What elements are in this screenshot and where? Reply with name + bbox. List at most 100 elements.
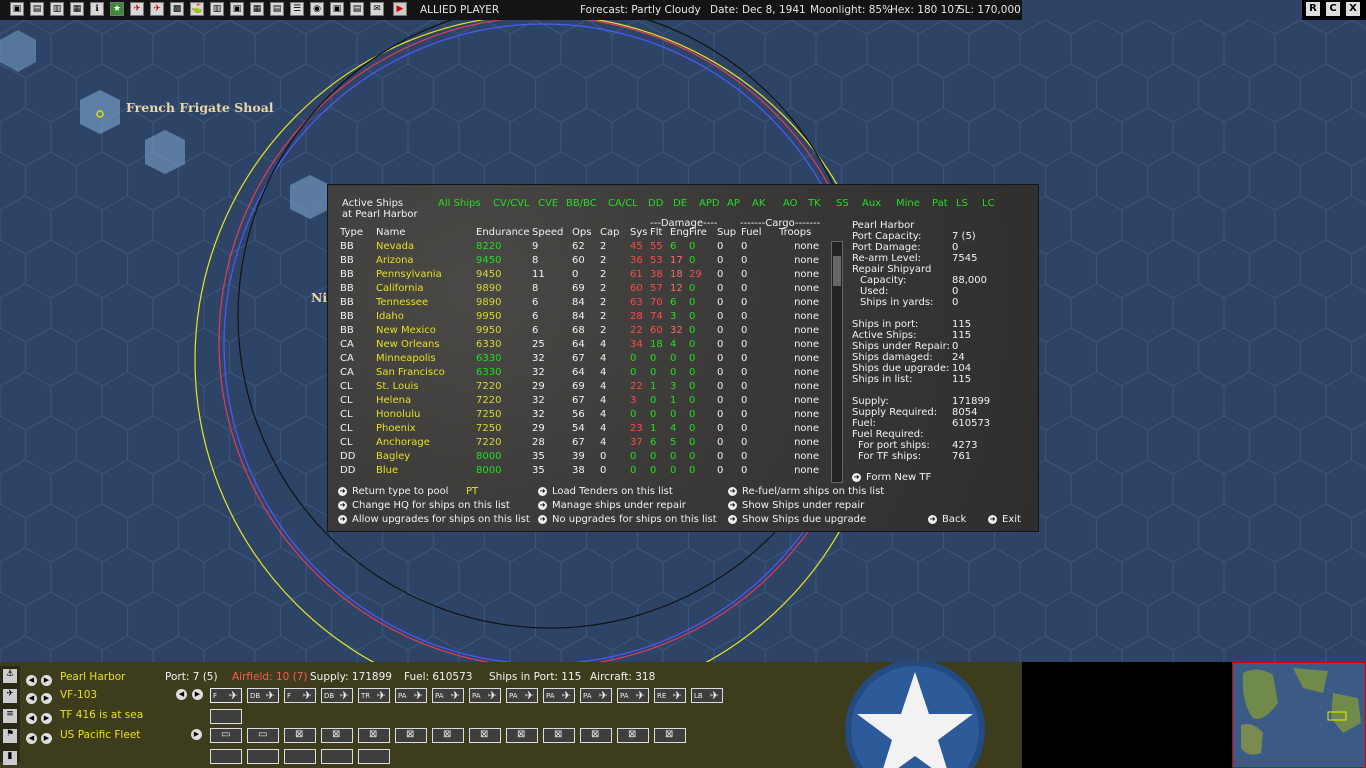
command-slot[interactable]: ⊠ xyxy=(358,728,390,743)
menu-button[interactable]: ▣ xyxy=(10,2,24,16)
ship-class-slot[interactable] xyxy=(321,749,353,764)
command-slot[interactable]: ⊠ xyxy=(321,728,353,743)
plane-icon[interactable]: ✈ xyxy=(3,689,17,703)
next-arrow-icon[interactable]: ▶ xyxy=(41,733,52,744)
filter-tab[interactable]: CV/CVL xyxy=(493,198,530,209)
map-button[interactable]: ▥ xyxy=(210,2,224,16)
column-header[interactable]: Sup xyxy=(717,225,741,239)
return-type-to-pool-button[interactable]: ➜ Return type to pool xyxy=(338,486,448,497)
command-slot[interactable]: ⊠ xyxy=(284,728,316,743)
ship-name[interactable]: Helena xyxy=(376,393,476,407)
back-button[interactable]: ➜ Back xyxy=(928,514,966,525)
aircraft-slot[interactable]: LB ✈ xyxy=(691,688,723,703)
prev-arrow-icon[interactable]: ◀ xyxy=(26,733,37,744)
ship-name[interactable]: Idaho xyxy=(376,309,476,323)
ship-row[interactable]: CL Honolulu 7250 32 56 4 0 0 0 0 0 0 none xyxy=(340,407,819,421)
leader-button[interactable]: ★ xyxy=(110,2,124,16)
ship-row[interactable]: BB Tennessee 9890 6 84 2 63 70 6 0 0 0 none xyxy=(340,295,819,309)
stat-button[interactable]: ▦ xyxy=(250,2,264,16)
column-header[interactable]: Troops xyxy=(779,225,819,239)
column-header[interactable]: Eng xyxy=(670,225,689,239)
command-slot[interactable]: ▭ xyxy=(247,728,279,743)
allow-upgrades-button[interactable]: ➜ Allow upgrades for ships on this list xyxy=(338,514,530,525)
ship-name[interactable]: Phoenix xyxy=(376,421,476,435)
base-button[interactable]: ▦ xyxy=(70,2,84,16)
filter-tab[interactable]: AO xyxy=(783,198,798,209)
filter-tab[interactable]: CA/CL xyxy=(608,198,638,209)
ship-name[interactable]: Nevada xyxy=(376,239,476,253)
ship-name[interactable]: Tennessee xyxy=(376,295,476,309)
list-button[interactable]: ☰ xyxy=(290,2,304,16)
change-hq-button[interactable]: ➜ Change HQ for ships on this list xyxy=(338,500,510,511)
filter-tab[interactable]: Pat xyxy=(932,198,948,209)
filter-tab[interactable]: SS xyxy=(836,198,849,209)
command-slot[interactable]: ▭ xyxy=(210,728,242,743)
aircraft-slot[interactable]: F ✈ xyxy=(210,688,242,703)
column-header[interactable]: Type xyxy=(340,225,376,239)
ship-row[interactable]: BB New Mexico 9950 6 68 2 22 60 32 0 0 0 none xyxy=(340,323,819,337)
ship-row[interactable]: CL St. Louis 7220 29 69 4 22 1 3 0 0 0 none xyxy=(340,379,819,393)
ship-name[interactable]: Blue xyxy=(376,463,476,477)
aircraft-slot[interactable]: PA ✈ xyxy=(617,688,649,703)
ship-row[interactable]: BB Pennsylvania 9450 11 0 2 61 38 18 29 0 0 none xyxy=(340,267,819,281)
column-header[interactable]: Name xyxy=(376,225,476,239)
filter-tab[interactable]: Aux xyxy=(862,198,881,209)
aircraft-slot[interactable]: F ✈ xyxy=(284,688,316,703)
ship-name[interactable]: California xyxy=(376,281,476,295)
ship-name[interactable]: New Orleans xyxy=(376,337,476,351)
scrollbar-thumb[interactable] xyxy=(833,256,841,286)
column-header[interactable]: Sys xyxy=(630,225,650,239)
filter-tab[interactable]: APD xyxy=(699,198,720,209)
task-force-ship-slot[interactable] xyxy=(210,709,242,724)
filter-tab[interactable]: Mine xyxy=(896,198,920,209)
log-button[interactable]: ▤ xyxy=(270,2,284,16)
show-upgrade-button[interactable]: ➜ Show Ships due upgrade xyxy=(728,514,866,525)
slot-arrow-icon[interactable]: ▶ xyxy=(192,689,203,700)
aircraft-slot[interactable]: DB ✈ xyxy=(247,688,279,703)
column-header[interactable]: Flt xyxy=(650,225,670,239)
command-slot[interactable]: ⊠ xyxy=(506,728,538,743)
ship-row[interactable]: CL Phoenix 7250 29 54 4 23 1 4 0 0 0 none xyxy=(340,421,819,435)
ship-class-slot[interactable] xyxy=(210,749,242,764)
ship-row[interactable]: CA New Orleans 6330 25 64 4 34 18 4 0 0 0 none xyxy=(340,337,819,351)
ship-class-slot[interactable] xyxy=(247,749,279,764)
ob-button[interactable]: ▣ xyxy=(330,2,344,16)
unit-button[interactable]: ▣ xyxy=(230,2,244,16)
form-new-tf-button[interactable]: ➜ Form New TF xyxy=(852,472,931,483)
ship-class-slot[interactable] xyxy=(284,749,316,764)
aircraft-slot[interactable]: PA ✈ xyxy=(395,688,427,703)
task-force-name[interactable]: TF 416 is at sea xyxy=(60,709,143,721)
command-slot[interactable]: ⊠ xyxy=(580,728,612,743)
ship-row[interactable]: DD Bagley 8000 35 39 0 0 0 0 0 0 0 none xyxy=(340,449,819,463)
center-button[interactable]: C xyxy=(1326,2,1340,16)
exit-button[interactable]: ➜ Exit xyxy=(988,514,1021,525)
globe-button[interactable]: ◉ xyxy=(310,2,324,16)
next-arrow-icon[interactable]: ▶ xyxy=(41,713,52,724)
filter-tab[interactable]: CVE xyxy=(538,198,558,209)
filter-tab[interactable]: LS xyxy=(956,198,968,209)
no-upgrades-button[interactable]: ➜ No upgrades for ships on this list xyxy=(538,514,717,525)
refuel-button[interactable]: ➜ Re-fuel/arm ships on this list xyxy=(728,486,884,497)
column-header[interactable]: Fire xyxy=(689,225,717,239)
ship-name[interactable]: Honolulu xyxy=(376,407,476,421)
air-unit-name[interactable]: VF-103 xyxy=(60,689,97,701)
close-button[interactable]: X xyxy=(1346,2,1360,16)
ship-name[interactable]: Anchorage xyxy=(376,435,476,449)
ship-row[interactable]: DD Blue 8000 35 38 0 0 0 0 0 0 0 none xyxy=(340,463,819,477)
command-slot[interactable]: ⊠ xyxy=(469,728,501,743)
command-name[interactable]: US Pacific Fleet xyxy=(60,729,140,741)
ship-name[interactable]: St. Louis xyxy=(376,379,476,393)
column-header[interactable]: Ops xyxy=(572,225,600,239)
ship-name[interactable]: Pennsylvania xyxy=(376,267,476,281)
filter-tab[interactable]: DE xyxy=(673,198,687,209)
load-tenders-button[interactable]: ➜ Load Tenders on this list xyxy=(538,486,673,497)
mail-button[interactable]: ✉ xyxy=(370,2,384,16)
aircraft-slot[interactable]: PA ✈ xyxy=(580,688,612,703)
ship-row[interactable]: CA Minneapolis 6330 32 67 4 0 0 0 0 0 0 none xyxy=(340,351,819,365)
pool-type-value[interactable]: PT xyxy=(466,486,478,497)
filter-tab[interactable]: AP xyxy=(727,198,740,209)
ship-class-slot[interactable] xyxy=(358,749,390,764)
ship-name[interactable]: New Mexico xyxy=(376,323,476,337)
column-header[interactable]: Cap xyxy=(600,225,630,239)
slot-arrow-icon[interactable]: ▶ xyxy=(191,729,202,740)
